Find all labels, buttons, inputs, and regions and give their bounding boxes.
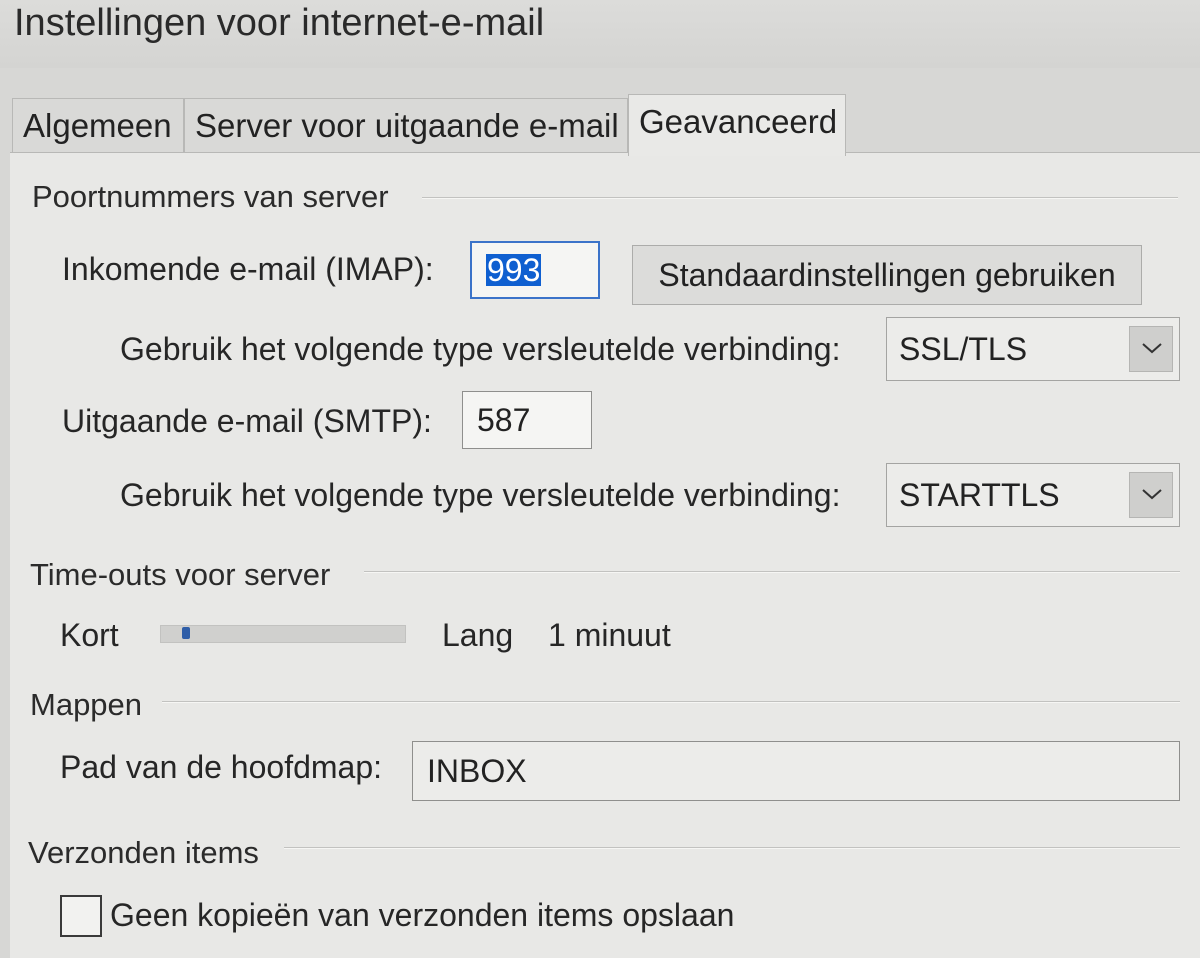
outgoing-encryption-select[interactable]: STARTTLS [886, 463, 1180, 527]
incoming-encryption-value: SSL/TLS [899, 330, 1028, 367]
tab-advanced[interactable]: Geavanceerd [628, 94, 846, 156]
incoming-encryption-label: Gebruik het volgende type versleutelde v… [120, 331, 841, 367]
sent-items-group-label: Verzonden items [28, 835, 259, 870]
incoming-port-value: 993 [486, 252, 542, 288]
no-sent-copies-checkbox[interactable] [60, 895, 102, 937]
tab-outgoing-server[interactable]: Server voor uitgaande e-mail [184, 98, 628, 154]
use-defaults-button[interactable]: Standaardinstellingen gebruiken [632, 245, 1142, 305]
tab-algemeen[interactable]: Algemeen [12, 98, 184, 154]
outgoing-encryption-label: Gebruik het volgende type versleutelde v… [120, 477, 841, 513]
window-title: Instellingen voor internet-e-mail [14, 2, 545, 44]
outgoing-mail-label: Uitgaande e-mail (SMTP): [62, 403, 432, 439]
root-folder-path-input[interactable]: INBOX [412, 741, 1180, 801]
tab-strip: Algemeen Server voor uitgaande e-mail Ge… [0, 68, 1200, 156]
folders-group-line [162, 701, 1180, 703]
server-ports-group-line [422, 197, 1178, 199]
timeouts-group-line [364, 571, 1180, 573]
folders-group-label: Mappen [30, 687, 143, 722]
timeout-value: 1 minuut [548, 617, 671, 653]
timeouts-group-label: Time-outs voor server [30, 557, 331, 592]
timeout-slider-track[interactable] [160, 625, 406, 643]
incoming-port-input[interactable]: 993 [470, 241, 600, 299]
chevron-down-icon[interactable] [1129, 326, 1173, 372]
server-ports-group-label: Poortnummers van server [32, 179, 389, 214]
timeout-slider-thumb[interactable] [182, 627, 191, 639]
advanced-panel: Poortnummers van server Inkomende e-mail… [10, 152, 1200, 958]
outgoing-port-input[interactable]: 587 [462, 391, 592, 449]
timeout-long-label: Lang [442, 617, 514, 653]
incoming-encryption-select[interactable]: SSL/TLS [886, 317, 1180, 381]
no-sent-copies-label[interactable]: Geen kopieën van verzonden items opslaan [110, 897, 734, 934]
outgoing-port-value: 587 [477, 402, 531, 438]
outgoing-encryption-value: STARTTLS [899, 476, 1060, 513]
timeout-short-label: Kort [60, 617, 119, 653]
root-folder-path-value: INBOX [427, 753, 527, 789]
title-bar: Instellingen voor internet-e-mail [0, 0, 1200, 68]
incoming-mail-label: Inkomende e-mail (IMAP): [62, 251, 434, 287]
sent-items-group-line [284, 847, 1180, 849]
chevron-down-icon[interactable] [1129, 472, 1173, 518]
root-folder-path-label: Pad van de hoofdmap: [60, 749, 383, 785]
